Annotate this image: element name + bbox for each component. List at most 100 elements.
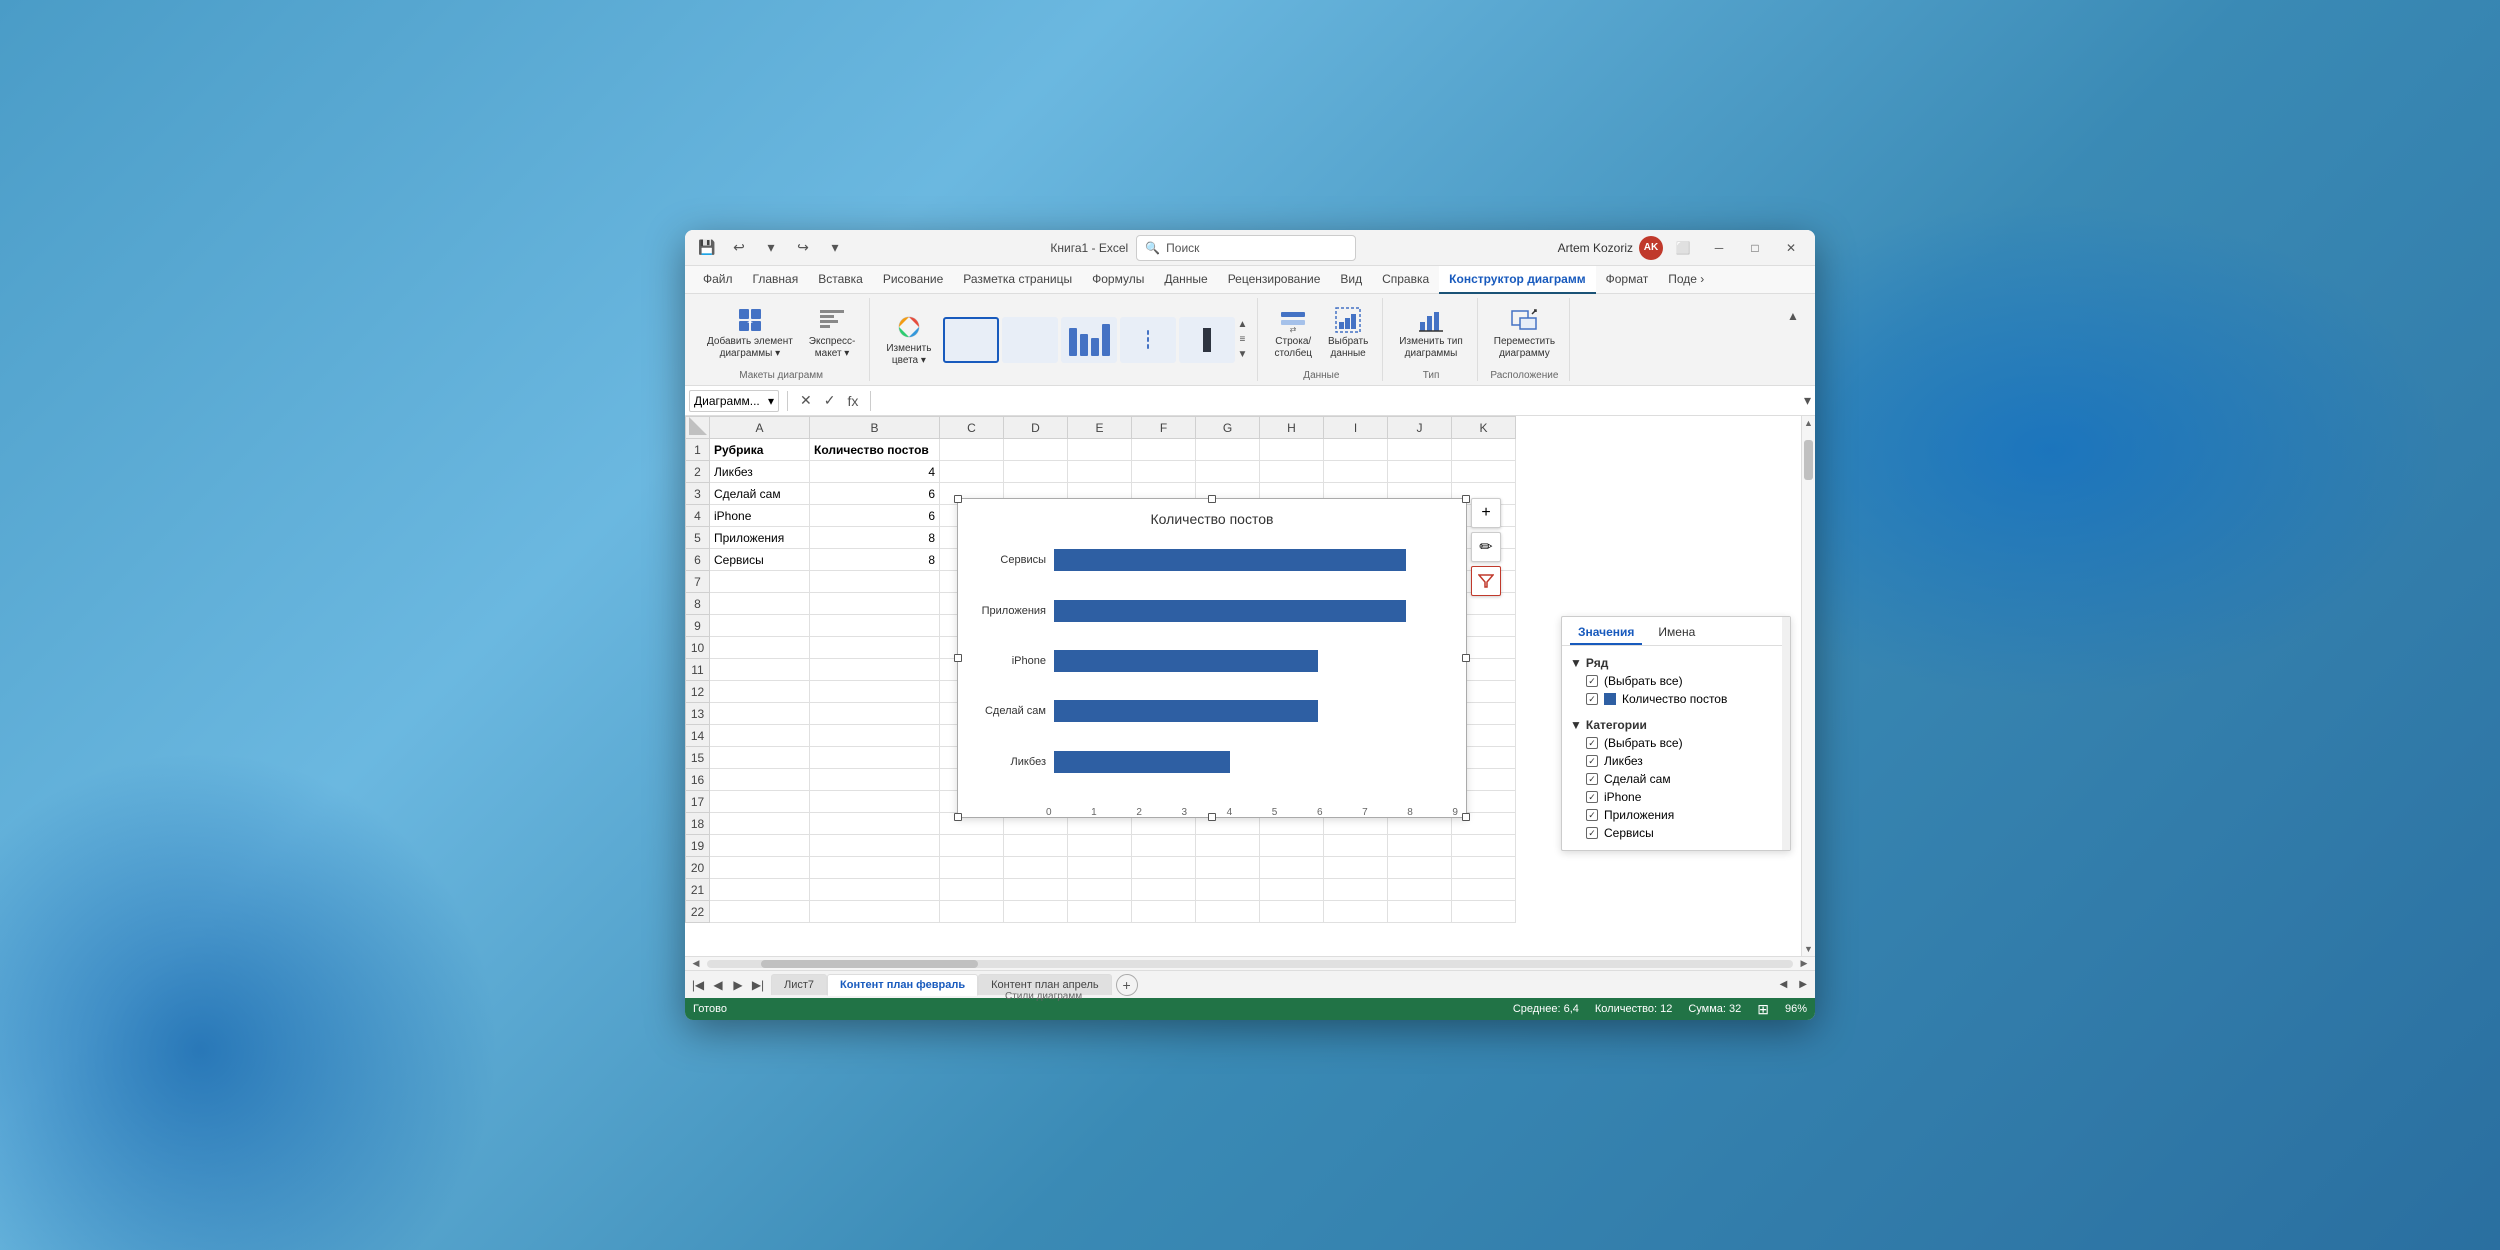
row-header-21[interactable]: 21 bbox=[686, 879, 710, 901]
cell-19-10[interactable] bbox=[1388, 835, 1452, 857]
cell-2-5[interactable] bbox=[1068, 461, 1132, 483]
undo-button[interactable]: ↩ bbox=[725, 234, 753, 262]
confirm-formula-icon[interactable]: ✓ bbox=[820, 390, 840, 411]
sheet-nav-next[interactable]: ▶ bbox=[729, 976, 747, 994]
resize-handle-bc[interactable] bbox=[1208, 813, 1216, 821]
cell-6-2[interactable]: 8 bbox=[810, 549, 940, 571]
customize-qat-button[interactable]: ▾ bbox=[821, 234, 849, 262]
cell-20-4[interactable] bbox=[1004, 857, 1068, 879]
redo-button[interactable]: ↪ bbox=[789, 234, 817, 262]
filter-series-select-all[interactable]: (Выбрать все) bbox=[1570, 672, 1782, 690]
cell-20-1[interactable] bbox=[710, 857, 810, 879]
scroll-track[interactable] bbox=[1802, 430, 1815, 942]
filter-cat-select-all[interactable]: (Выбрать все) bbox=[1570, 734, 1782, 752]
cell-9-2[interactable] bbox=[810, 615, 940, 637]
cell-16-2[interactable] bbox=[810, 769, 940, 791]
cell-19-7[interactable] bbox=[1196, 835, 1260, 857]
cell-18-1[interactable] bbox=[710, 813, 810, 835]
cell-18-2[interactable] bbox=[810, 813, 940, 835]
cell-2-8[interactable] bbox=[1260, 461, 1324, 483]
chart-elements-button[interactable]: + bbox=[1471, 498, 1501, 528]
cell-16-1[interactable] bbox=[710, 769, 810, 791]
cell-20-7[interactable] bbox=[1196, 857, 1260, 879]
scroll-thumb[interactable] bbox=[1804, 440, 1813, 480]
name-box[interactable]: Диаграмм... ▾ bbox=[689, 390, 779, 412]
row-header-4[interactable]: 4 bbox=[686, 505, 710, 527]
row-header-18[interactable]: 18 bbox=[686, 813, 710, 835]
row-header-9[interactable]: 9 bbox=[686, 615, 710, 637]
cell-2-7[interactable] bbox=[1196, 461, 1260, 483]
filter-scrollbar[interactable] bbox=[1782, 617, 1790, 850]
cell-20-3[interactable] bbox=[940, 857, 1004, 879]
cell-19-2[interactable] bbox=[810, 835, 940, 857]
cell-20-8[interactable] bbox=[1260, 857, 1324, 879]
cell-19-8[interactable] bbox=[1260, 835, 1324, 857]
cell-15-2[interactable] bbox=[810, 747, 940, 769]
filter-series-header[interactable]: ▼ Ряд bbox=[1570, 654, 1782, 672]
cell-5-2[interactable]: 8 bbox=[810, 527, 940, 549]
chart-style-scroll-down[interactable]: ▼ bbox=[1235, 348, 1249, 362]
scroll-right-button[interactable]: ▶ bbox=[1797, 957, 1811, 971]
cell-10-2[interactable] bbox=[810, 637, 940, 659]
cell-21-10[interactable] bbox=[1388, 879, 1452, 901]
chart-style-5[interactable] bbox=[1179, 317, 1235, 363]
filter-series-count-posts[interactable]: Количество постов bbox=[1570, 690, 1782, 708]
sheet-tab-list7[interactable]: Лист7 bbox=[771, 974, 827, 995]
tab-view[interactable]: Вид bbox=[1330, 266, 1372, 294]
cell-1-3[interactable] bbox=[940, 439, 1004, 461]
cell-19-6[interactable] bbox=[1132, 835, 1196, 857]
cell-2-2[interactable]: 4 bbox=[810, 461, 940, 483]
filter-cat-sdelai-sam[interactable]: Сделай сам bbox=[1570, 770, 1782, 788]
resize-handle-mr[interactable] bbox=[1462, 654, 1470, 662]
add-element-button[interactable]: + Добавить элементдиаграммы ▾ bbox=[701, 302, 799, 364]
row-header-22[interactable]: 22 bbox=[686, 901, 710, 923]
filter-cat-iphone[interactable]: iPhone bbox=[1570, 788, 1782, 806]
cell-9-1[interactable] bbox=[710, 615, 810, 637]
ribbon-display-button[interactable]: ⬜ bbox=[1667, 232, 1699, 264]
grid-view-button[interactable]: ⊞ bbox=[1757, 1001, 1769, 1018]
scroll-up-button[interactable]: ▲ bbox=[1802, 416, 1815, 430]
col-header-b[interactable]: B bbox=[810, 417, 940, 439]
change-colors-button[interactable]: Изменитьцвета ▾ bbox=[880, 309, 937, 371]
filter-tab-values[interactable]: Значения bbox=[1570, 621, 1642, 645]
cell-19-5[interactable] bbox=[1068, 835, 1132, 857]
cell-2-10[interactable] bbox=[1388, 461, 1452, 483]
search-box[interactable]: 🔍 Поиск bbox=[1136, 235, 1356, 261]
cell-3-1[interactable]: Сделай сам bbox=[710, 483, 810, 505]
cell-13-1[interactable] bbox=[710, 703, 810, 725]
cell-15-1[interactable] bbox=[710, 747, 810, 769]
cell-22-5[interactable] bbox=[1068, 901, 1132, 923]
cell-22-8[interactable] bbox=[1260, 901, 1324, 923]
tab-page-layout[interactable]: Разметка страницы bbox=[953, 266, 1082, 294]
cell-6-1[interactable]: Сервисы bbox=[710, 549, 810, 571]
row-header-11[interactable]: 11 bbox=[686, 659, 710, 681]
cell-12-2[interactable] bbox=[810, 681, 940, 703]
h-nav-left[interactable]: ◀ bbox=[1776, 977, 1792, 992]
checkbox-iphone[interactable] bbox=[1586, 791, 1598, 803]
row-header-13[interactable]: 13 bbox=[686, 703, 710, 725]
checkbox-sdelai-sam[interactable] bbox=[1586, 773, 1598, 785]
cell-22-9[interactable] bbox=[1324, 901, 1388, 923]
scroll-down-button[interactable]: ▼ bbox=[1802, 942, 1815, 956]
cell-22-11[interactable] bbox=[1452, 901, 1516, 923]
chart-style-2[interactable] bbox=[1002, 317, 1058, 363]
cell-22-3[interactable] bbox=[940, 901, 1004, 923]
row-header-12[interactable]: 12 bbox=[686, 681, 710, 703]
cell-22-2[interactable] bbox=[810, 901, 940, 923]
cell-3-2[interactable]: 6 bbox=[810, 483, 940, 505]
resize-handle-ml[interactable] bbox=[954, 654, 962, 662]
formula-input[interactable] bbox=[879, 394, 1800, 408]
cell-2-3[interactable] bbox=[940, 461, 1004, 483]
checkbox-likbez[interactable] bbox=[1586, 755, 1598, 767]
sheet-nav-last[interactable]: ▶| bbox=[749, 976, 767, 994]
cell-19-1[interactable] bbox=[710, 835, 810, 857]
cell-7-1[interactable] bbox=[710, 571, 810, 593]
row-header-15[interactable]: 15 bbox=[686, 747, 710, 769]
cell-1-8[interactable] bbox=[1260, 439, 1324, 461]
cell-20-6[interactable] bbox=[1132, 857, 1196, 879]
row-header-5[interactable]: 5 bbox=[686, 527, 710, 549]
insert-function-icon[interactable]: fx bbox=[843, 391, 862, 411]
col-header-g[interactable]: G bbox=[1196, 417, 1260, 439]
cell-8-2[interactable] bbox=[810, 593, 940, 615]
filter-categories-header[interactable]: ▼ Категории bbox=[1570, 716, 1782, 734]
